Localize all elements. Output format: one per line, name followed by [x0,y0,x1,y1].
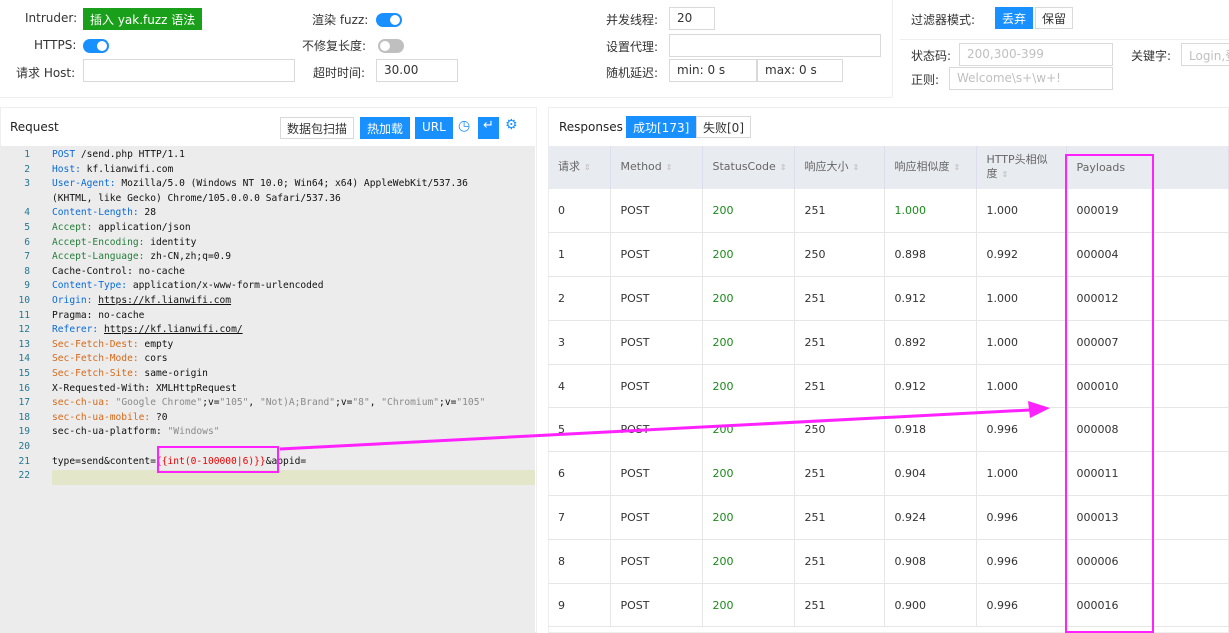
annotation-arrow [279,401,1050,451]
